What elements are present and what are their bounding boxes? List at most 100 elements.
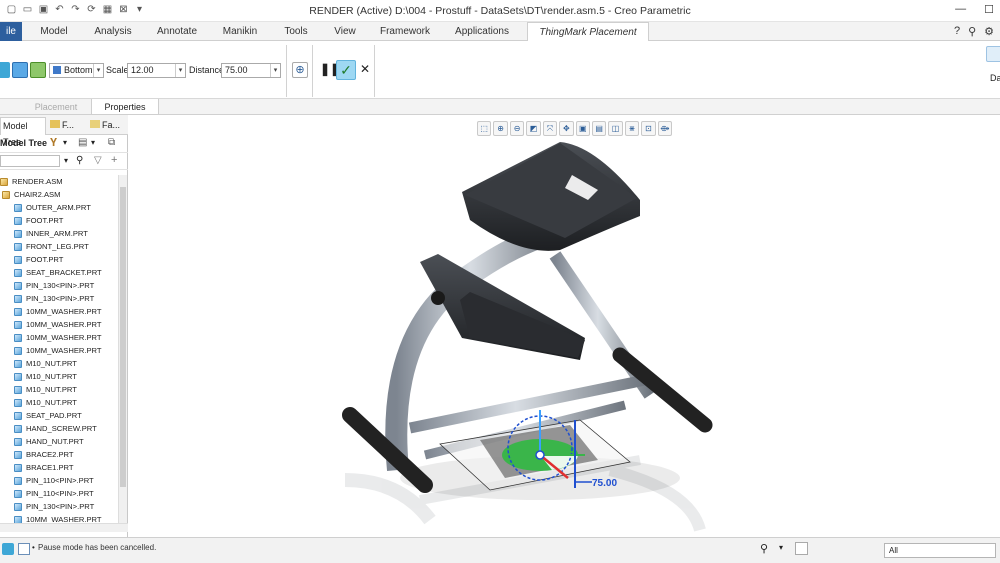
- tree-scrollbar[interactable]: [118, 175, 127, 523]
- tree-item[interactable]: SEAT_PAD.PRT: [0, 409, 118, 422]
- view-manager-icon[interactable]: ▤: [591, 121, 607, 136]
- perspective-icon[interactable]: ◫: [608, 121, 623, 136]
- tab-model[interactable]: Model: [30, 22, 78, 41]
- tree-item[interactable]: M10_NUT.PRT: [0, 396, 118, 409]
- tab-model-tree[interactable]: Model Tree: [0, 117, 46, 147]
- chevron-down-icon[interactable]: ▾: [779, 543, 783, 552]
- tab-tools[interactable]: Tools: [274, 22, 318, 41]
- distance-input[interactable]: 75.00 ▾: [221, 63, 281, 78]
- tab-framework[interactable]: Framework: [372, 22, 438, 41]
- cancel-x-icon[interactable]: ✕: [360, 62, 370, 77]
- tree-item[interactable]: BRACE1.PRT: [0, 461, 118, 474]
- display-style-icon[interactable]: ▣: [575, 121, 590, 136]
- dimension-label[interactable]: 75.00: [592, 478, 617, 489]
- repaint-icon[interactable]: ◩: [526, 121, 541, 136]
- saved-orientations-icon[interactable]: ✥: [559, 121, 574, 136]
- tree-item[interactable]: CHAIR2.ASM: [0, 188, 118, 201]
- reference-select[interactable]: Bottom ▾: [49, 63, 104, 78]
- tree-item[interactable]: SEAT_BRACKET.PRT: [0, 266, 118, 279]
- tree-item[interactable]: M10_NUT.PRT: [0, 357, 118, 370]
- tree-item[interactable]: BRACE2.PRT: [0, 448, 118, 461]
- maximize-icon[interactable]: ☐: [984, 3, 994, 16]
- tab-properties[interactable]: Properties: [91, 99, 159, 115]
- tab-annotate[interactable]: Annotate: [148, 22, 206, 41]
- part-icon: [14, 216, 22, 225]
- tree-item[interactable]: 10MM_WASHER.PRT: [0, 331, 118, 344]
- tree-settings-icon[interactable]: 𝐘: [50, 137, 57, 150]
- dragger-icon[interactable]: ⊕: [292, 62, 308, 78]
- tree-item[interactable]: PIN_110<PIN>.PRT: [0, 474, 118, 487]
- chevron-down-icon[interactable]: ▾: [63, 138, 67, 147]
- tree-item[interactable]: FOOT.PRT: [0, 214, 118, 227]
- tree-hscrollbar[interactable]: [0, 523, 128, 532]
- navigator-toggle-icon[interactable]: [2, 543, 14, 555]
- settings-icon[interactable]: ⚙: [984, 25, 994, 38]
- browser-toggle-icon[interactable]: [18, 543, 30, 555]
- tab-favorites[interactable]: Fa...: [88, 117, 126, 135]
- ribbon-divider: [312, 45, 313, 97]
- tab-manikin[interactable]: Manikin: [212, 22, 268, 41]
- zoom-in-icon[interactable]: ⊕: [493, 121, 508, 136]
- tab-ile[interactable]: ile: [0, 22, 22, 41]
- tree-search-input[interactable]: [0, 155, 60, 167]
- flip-icon[interactable]: [30, 62, 46, 78]
- smart-select-icon[interactable]: ⚲: [760, 542, 768, 555]
- tree-item[interactable]: 10MM_WASHER.PRT: [0, 305, 118, 318]
- tree-item[interactable]: PIN_110<PIN>.PRT: [0, 487, 118, 500]
- tree-filter-icon[interactable]: ⧉: [108, 137, 115, 148]
- thingmark-icon[interactable]: [0, 62, 10, 78]
- tree-item-label: PIN_130<PIN>.PRT: [26, 502, 95, 511]
- confirm-check-icon[interactable]: ✓: [336, 60, 356, 80]
- tree-item[interactable]: INNER_ARM.PRT: [0, 227, 118, 240]
- scrollbar-thumb[interactable]: [120, 187, 126, 487]
- status-bar: • Pause mode has been cancelled. ⚲ ▾ All: [0, 537, 1000, 563]
- part-icon: [14, 359, 22, 368]
- tree-item[interactable]: 10MM_WASHER.PRT: [0, 513, 118, 523]
- tab-thingmark-placement[interactable]: ThingMark Placement: [527, 22, 649, 42]
- funnel-icon[interactable]: ▽: [94, 155, 102, 166]
- datum-display-icon[interactable]: ⋇: [624, 121, 640, 136]
- tree-item[interactable]: M10_NUT.PRT: [0, 383, 118, 396]
- tab-applications[interactable]: Applications: [444, 22, 520, 41]
- minimize-icon[interactable]: —: [955, 3, 966, 16]
- tree-item[interactable]: 10MM_WASHER.PRT: [0, 318, 118, 331]
- reorient-icon[interactable]: ⤧: [542, 121, 558, 136]
- tree-item[interactable]: FOOT.PRT: [0, 253, 118, 266]
- tree-item[interactable]: 10MM_WASHER.PRT: [0, 344, 118, 357]
- tree-item[interactable]: RENDER.ASM: [0, 175, 118, 188]
- help-icon[interactable]: ?: [954, 25, 960, 38]
- refit-icon[interactable]: ⬚: [477, 121, 492, 136]
- chevron-down-icon[interactable]: ▾: [64, 156, 68, 165]
- tree-item-label: M10_NUT.PRT: [26, 398, 77, 407]
- tree-item[interactable]: M10_NUT.PRT: [0, 370, 118, 383]
- tab-view[interactable]: View: [324, 22, 366, 41]
- part-icon: [14, 437, 22, 446]
- model-render[interactable]: [129, 115, 1000, 537]
- chevron-down-icon[interactable]: ▾: [91, 138, 95, 147]
- tab-folder-browser[interactable]: F...: [48, 117, 86, 135]
- spin-center-icon[interactable]: ⟴: [657, 121, 673, 136]
- surface-icon[interactable]: [12, 62, 28, 78]
- tab-analysis[interactable]: Analysis: [84, 22, 142, 41]
- scale-input[interactable]: 12.00 ▾: [127, 63, 186, 78]
- data-icon[interactable]: [986, 46, 1000, 62]
- tree-item[interactable]: PIN_130<PIN>.PRT: [0, 500, 118, 513]
- tree-item[interactable]: HAND_SCREW.PRT: [0, 422, 118, 435]
- tree-item[interactable]: PIN_130<PIN>.PRT: [0, 292, 118, 305]
- zoom-out-icon[interactable]: ⊖: [509, 121, 525, 136]
- tab-placement[interactable]: Placement: [22, 99, 90, 115]
- selection-list-icon[interactable]: [795, 542, 808, 555]
- tree-item-label: M10_NUT.PRT: [26, 372, 77, 381]
- search-icon[interactable]: ⚲: [968, 25, 976, 38]
- find-icon[interactable]: ⚲: [76, 155, 83, 166]
- selection-filter[interactable]: All: [884, 543, 996, 558]
- tree-item[interactable]: PIN_130<PIN>.PRT: [0, 279, 118, 292]
- tree-item[interactable]: OUTER_ARM.PRT: [0, 201, 118, 214]
- annotation-display-icon[interactable]: ⊡: [641, 121, 656, 136]
- graphics-window[interactable]: 75.00: [129, 115, 1000, 537]
- tree-item[interactable]: FRONT_LEG.PRT: [0, 240, 118, 253]
- show-icon[interactable]: ▤: [78, 137, 87, 148]
- tree-item[interactable]: HAND_NUT.PRT: [0, 435, 118, 448]
- add-icon[interactable]: +: [111, 154, 117, 166]
- part-icon: [14, 294, 22, 303]
